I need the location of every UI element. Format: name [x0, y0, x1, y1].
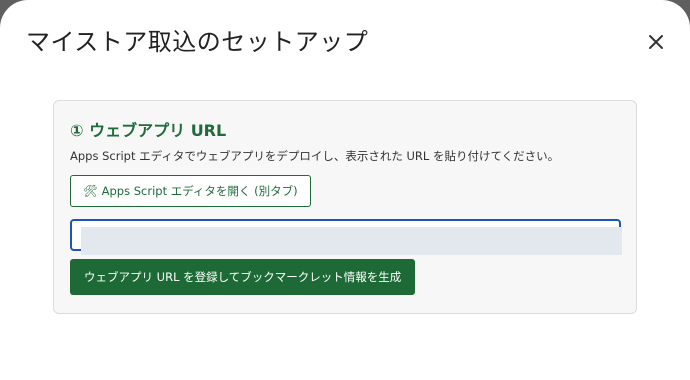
open-apps-script-editor-button[interactable]: 🛠 Apps Script エディタを開く (別タブ)	[70, 175, 311, 207]
webapp-url-card: ① ウェブアプリ URL Apps Script エディタでウェブアプリをデプロ…	[53, 100, 637, 314]
url-input-redaction	[81, 227, 622, 255]
step-heading: ① ウェブアプリ URL	[70, 121, 227, 140]
close-button[interactable]	[642, 28, 670, 56]
close-icon	[649, 35, 663, 49]
dialog-title: マイストア取込のセットアップ	[26, 28, 369, 56]
step-description: Apps Script エディタでウェブアプリをデプロイし、表示された URL …	[70, 149, 560, 163]
register-webapp-url-button[interactable]: ウェブアプリ URL を登録してブックマークレット情報を生成	[70, 259, 416, 295]
setup-dialog: マイストア取込のセットアップ ① ウェブアプリ URL Apps Script …	[0, 0, 690, 380]
open-editor-label: Apps Script エディタを開く (別タブ)	[101, 184, 298, 198]
tools-icon: 🛠	[83, 184, 98, 198]
